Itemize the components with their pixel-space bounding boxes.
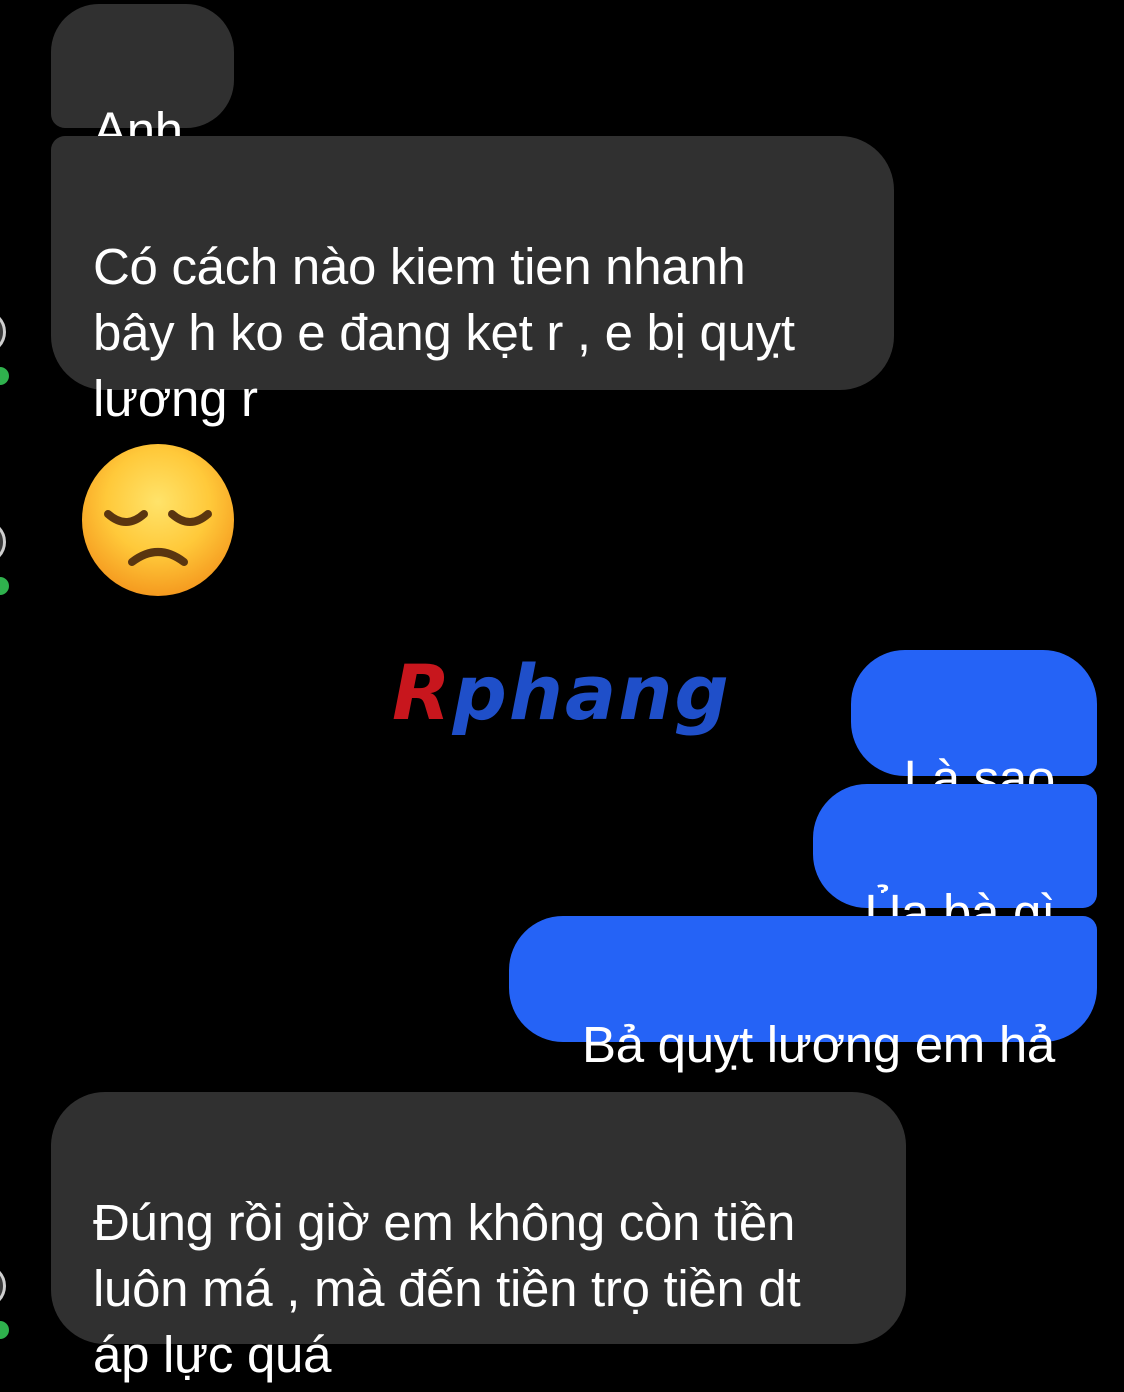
incoming-message-bubble[interactable]: Anh (51, 4, 234, 159)
outgoing-message-bubble[interactable]: Ủa bà gì (813, 784, 1097, 941)
online-status-dot (0, 364, 12, 388)
avatar-image (0, 310, 6, 354)
message-text: Có cách nào kiem tien nhanh bây h ko e đ… (93, 238, 795, 427)
outgoing-message-bubble[interactable]: Bả quỵt lương em hả (509, 916, 1097, 1073)
online-status-dot (0, 1318, 12, 1342)
sender-avatar[interactable] (0, 520, 12, 576)
online-status-dot (0, 574, 12, 598)
avatar-image (0, 1264, 6, 1308)
incoming-message-bubble[interactable]: Đúng rồi giờ em không còn tiền luôn má ,… (51, 1092, 906, 1383)
avatar-image (0, 520, 6, 564)
message-text: Đúng rồi giờ em không còn tiền luôn má ,… (93, 1194, 801, 1383)
watermark-logo: Rphang (392, 648, 731, 737)
emoji-message[interactable] (80, 442, 236, 598)
pensive-face-emoji (82, 444, 234, 596)
incoming-message-bubble[interactable]: Có cách nào kiem tien nhanh bây h ko e đ… (51, 136, 894, 427)
outgoing-message-bubble[interactable]: Là sao (851, 650, 1097, 807)
message-text: Bả quỵt lương em hả (582, 1016, 1055, 1073)
sender-avatar[interactable] (0, 1264, 12, 1320)
sender-avatar[interactable] (0, 310, 12, 366)
